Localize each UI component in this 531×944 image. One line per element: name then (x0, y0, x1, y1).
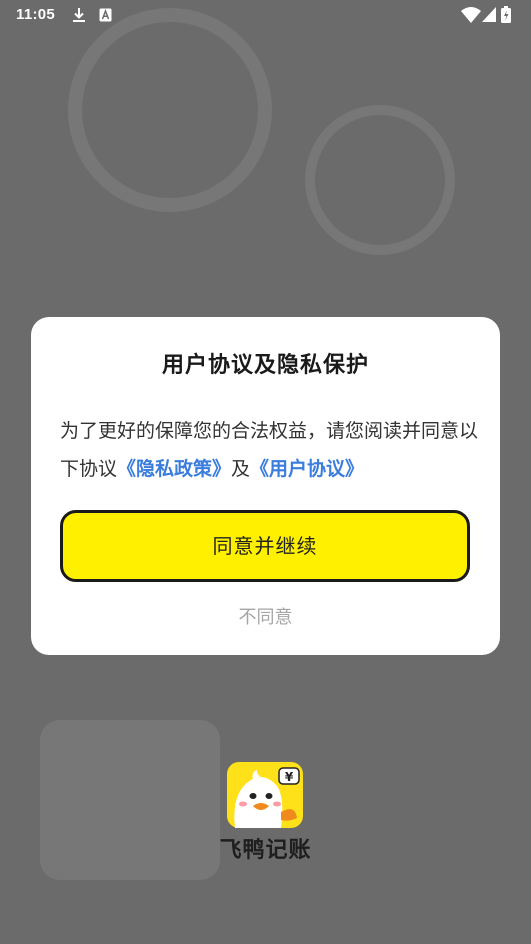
status-bar: 11:05 (0, 0, 531, 30)
logo-badge: ¥ (285, 770, 294, 784)
user-agreement-link[interactable]: 《用户协议》 (250, 458, 364, 480)
status-time: 11:05 (16, 6, 56, 23)
app-name: 飞鸭记账 (219, 838, 312, 863)
wifi-icon (461, 7, 481, 23)
disagree-button[interactable]: 不同意 (31, 603, 500, 629)
privacy-policy-link[interactable]: 《隐私政策》 (117, 458, 231, 480)
download-icon (73, 8, 85, 22)
signal-icon (482, 7, 496, 22)
battery-icon (501, 6, 511, 23)
duck-logo-icon: ¥ (227, 762, 303, 828)
dialog-title: 用户协议及隐私保护 (161, 353, 369, 378)
message-conjunction: 及 (231, 458, 251, 480)
privacy-dialog: 用户协议及隐私保护 为了更好的保障您的合法权益，请您阅读并同意以下协议《隐私政策… (31, 317, 500, 655)
font-a-icon (99, 8, 112, 22)
dialog-message: 为了更好的保障您的合法权益，请您阅读并同意以下协议《隐私政策》及《用户协议》 (60, 412, 480, 488)
agree-continue-button[interactable]: 同意并继续 (60, 510, 470, 582)
